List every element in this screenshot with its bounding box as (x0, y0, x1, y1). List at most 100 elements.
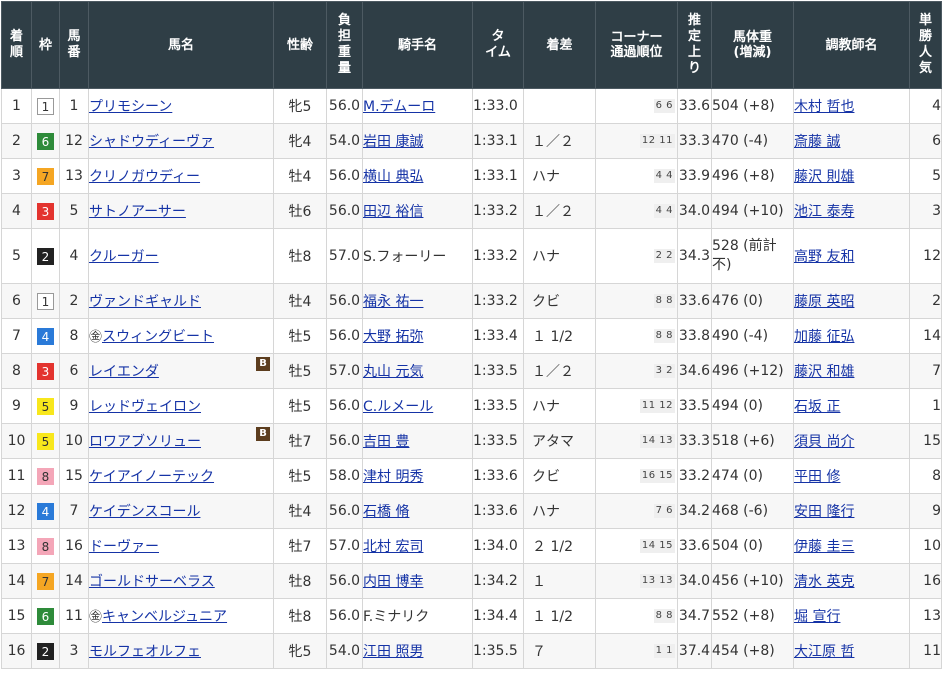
jockey-link[interactable]: C.ルメール (364, 399, 434, 415)
jockey-name: S.フォーリー (363, 249, 447, 265)
frame-badge: 7 (37, 167, 54, 185)
jockey-link[interactable]: 岩田 康誠 (364, 134, 424, 150)
trainer-link[interactable]: 平田 修 (795, 469, 841, 485)
last3f-cell: 33.3 (677, 423, 712, 459)
jockey-cell: 内田 博幸 (362, 563, 473, 599)
jockey-link[interactable]: 田辺 裕信 (364, 204, 424, 220)
frame-badge: 6 (37, 132, 54, 150)
number-cell: 5 (59, 193, 89, 229)
jockey-link[interactable]: 福永 祐一 (364, 294, 424, 310)
jockey-link[interactable]: 石橋 脩 (364, 504, 410, 520)
horse-name-link[interactable]: キャンベルジュニア (102, 609, 227, 625)
number-cell: 14 (59, 563, 89, 599)
number-cell: 6 (59, 353, 89, 389)
horse-name-link[interactable]: ロワアブソリュー (90, 434, 202, 450)
last3f-cell: 33.3 (677, 123, 712, 159)
horse-name-link[interactable]: モルフェオルフェ (90, 644, 202, 660)
jockey-link[interactable]: 横山 典弘 (364, 169, 424, 185)
jockey-link[interactable]: 丸山 元気 (364, 364, 424, 380)
trainer-link[interactable]: 石坂 正 (795, 399, 841, 415)
jockey-link[interactable]: 内田 博幸 (364, 574, 424, 590)
jockey-link[interactable]: 吉田 豊 (364, 434, 410, 450)
time-cell: 1:33.6 (472, 493, 524, 529)
table-row: 9 5 9 レッドヴェイロン 牡5 56.0 C.ルメール 1:33.5 ハナ 11 12 33.5… (1, 388, 942, 424)
last3f-cell: 34.3 (677, 228, 712, 284)
trainer-link[interactable]: 伊藤 圭三 (795, 539, 855, 555)
trainer-link[interactable]: 堀 宣行 (795, 609, 841, 625)
finish-cell: 13 (1, 528, 32, 564)
trainer-link[interactable]: 安田 隆行 (795, 504, 855, 520)
trainer-link[interactable]: 高野 友和 (795, 249, 855, 265)
horse-name-link[interactable]: プリモシーン (90, 99, 173, 115)
margin-cell: １ (523, 563, 596, 599)
horse-name-link[interactable]: スウィングビート (102, 329, 214, 345)
jockey-link[interactable]: 大野 拓弥 (364, 329, 424, 345)
number-cell: 15 (59, 458, 89, 494)
header-margin: 着差 (523, 1, 596, 89)
bodyweight-cell: 504 (+8) (711, 88, 794, 124)
header-trainer: 調教師名 (793, 1, 910, 89)
horse-name-link[interactable]: レッドヴェイロン (90, 399, 202, 415)
margin-cell: ハナ (523, 493, 596, 529)
trainer-link[interactable]: 藤沢 則雄 (795, 169, 855, 185)
weight-cell: 56.0 (326, 598, 363, 634)
trainer-link[interactable]: 藤原 英昭 (795, 294, 855, 310)
last3f-cell: 33.2 (677, 458, 712, 494)
popularity-cell: 9 (909, 493, 942, 529)
header-number: 馬番 (59, 1, 89, 89)
race-results-table: 着順 枠 馬番 馬名 性齢 負担重量 騎手名 タイム 着差 コーナー 通過順位 推… (1, 1, 942, 669)
trainer-link[interactable]: 木村 哲也 (795, 99, 855, 115)
trainer-cell: 堀 宣行 (793, 598, 910, 634)
trainer-link[interactable]: 大江原 哲 (795, 644, 855, 660)
header-weight: 負担重量 (326, 1, 363, 89)
sex-age-cell: 牡5 (273, 318, 327, 354)
popularity-cell: 6 (909, 123, 942, 159)
horse-name-link[interactable]: ヴァンドギャルド (90, 294, 202, 310)
last3f-cell: 37.4 (677, 633, 712, 669)
table-row: 11 8 15 ケイアイノーテック 牡5 58.0 津村 明秀 1:33.6 クビ 16 15 33… (1, 458, 942, 494)
horse-cell: ロワアブソリュー B (88, 423, 274, 459)
corner-position: 7 6 (653, 504, 675, 518)
sex-age-cell: 牡4 (273, 283, 327, 319)
jockey-link[interactable]: 津村 明秀 (364, 469, 424, 485)
corner-position: 8 8 (653, 329, 675, 343)
horse-name-link[interactable]: クリノガウディー (90, 169, 201, 185)
frame-cell: 3 (31, 353, 60, 389)
frame-badge: 5 (37, 432, 54, 450)
bodyweight-cell: 496 (+12) (711, 353, 794, 389)
sex-age-cell: 牝5 (273, 633, 327, 669)
corner-position: 2 2 (653, 249, 675, 263)
horse-name-link[interactable]: シャドウディーヴァ (90, 134, 215, 150)
time-cell: 1:33.2 (472, 283, 524, 319)
trainer-link[interactable]: 藤沢 和雄 (795, 364, 855, 380)
trainer-link[interactable]: 斎藤 誠 (795, 134, 841, 150)
jockey-link[interactable]: 江田 照男 (364, 644, 424, 660)
horse-name-link[interactable]: ゴールドサーベラス (90, 574, 215, 590)
horse-name-link[interactable]: ドーヴァー (90, 539, 160, 555)
table-row: 8 3 6 レイエンダ B 牡5 57.0 丸山 元気 1:33.5 １／２ 3 2 34.6 496 … (1, 353, 942, 389)
trainer-link[interactable]: 池江 泰寿 (795, 204, 855, 220)
horse-name-link[interactable]: ケイアイノーテック (90, 469, 215, 485)
trainer-link[interactable]: 清水 英克 (795, 574, 855, 590)
horse-name-link[interactable]: クルーガー (90, 249, 159, 265)
jockey-cell: 横山 典弘 (362, 158, 473, 194)
margin-cell: １ 1/2 (523, 598, 596, 634)
table-row: 13 8 16 ドーヴァー 牡7 57.0 北村 宏司 1:34.0 ２ 1/2 14 15 33.… (1, 528, 942, 564)
table-row: 2 6 12 シャドウディーヴァ 牝4 54.0 岩田 康誠 1:33.1 １／２ 12 11 33… (1, 123, 942, 159)
time-cell: 1:33.2 (472, 193, 524, 229)
sex-age-cell: 牡7 (273, 423, 327, 459)
number-cell: 8 (59, 318, 89, 354)
jockey-link[interactable]: 北村 宏司 (364, 539, 424, 555)
horse-cell: シャドウディーヴァ (88, 123, 274, 159)
trainer-link[interactable]: 須貝 尚介 (795, 434, 855, 450)
frame-cell: 4 (31, 493, 60, 529)
table-row: 4 3 5 サトノアーサー 牡6 56.0 田辺 裕信 1:33.2 １／２ 4 4 34.0 494… (1, 193, 942, 229)
finish-cell: 7 (1, 318, 32, 354)
horse-name-link[interactable]: ケイデンスコール (90, 504, 201, 520)
trainer-link[interactable]: 加藤 征弘 (795, 329, 855, 345)
horse-name-link[interactable]: レイエンダ (90, 364, 159, 380)
horse-name-link[interactable]: サトノアーサー (90, 204, 186, 220)
corner-cell: 7 6 (595, 493, 678, 529)
popularity-cell: 15 (909, 423, 942, 459)
jockey-link[interactable]: M.デムーロ (364, 99, 436, 115)
